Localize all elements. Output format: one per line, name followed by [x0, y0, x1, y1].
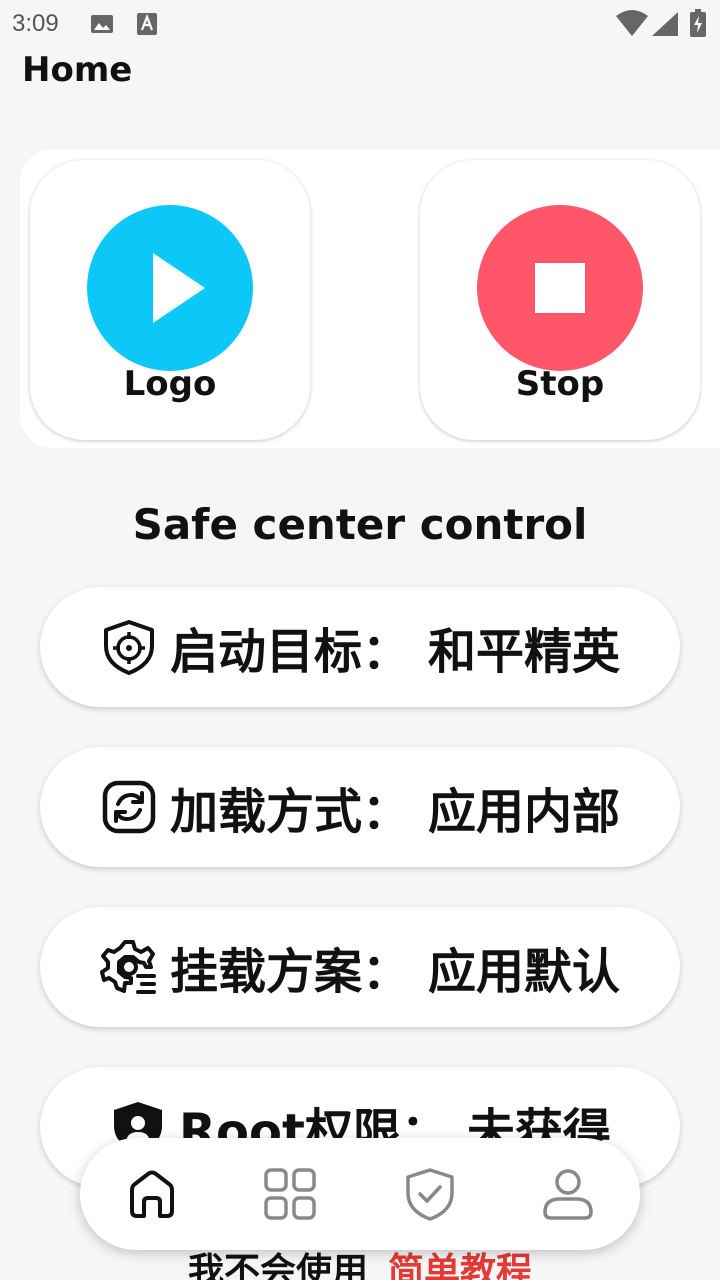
- start-tile[interactable]: Logo: [30, 160, 310, 440]
- apps-grid-icon: [264, 1168, 316, 1220]
- stop-tile-label: Stop: [515, 364, 605, 404]
- font-notification-icon: [136, 12, 158, 40]
- play-icon: [153, 253, 205, 323]
- start-tile-label: Logo: [123, 364, 217, 404]
- nav-security[interactable]: [402, 1166, 458, 1222]
- help-question: 我不会使用: [187, 1251, 368, 1280]
- option-key: 加载方式：: [169, 784, 410, 840]
- nav-home[interactable]: [124, 1166, 180, 1222]
- target-shield-icon: [103, 620, 154, 675]
- option-value: 应用默认: [428, 944, 621, 1000]
- shield-check-icon: [406, 1168, 454, 1221]
- app-screen: 3:09 Home Logo Stop Safe center control …: [0, 0, 720, 1280]
- section-title: Safe center control: [132, 500, 588, 549]
- image-notification-icon: [90, 12, 114, 40]
- option-key: 启动目标：: [169, 624, 410, 680]
- sync-icon: [102, 780, 156, 834]
- stop-circle: [477, 205, 643, 371]
- load-method-option[interactable]: 加载方式： 应用内部: [40, 747, 680, 867]
- status-time: 3:09: [12, 10, 59, 37]
- bottom-nav: [80, 1138, 640, 1250]
- cellular-signal-icon: [652, 12, 678, 40]
- nav-apps[interactable]: [262, 1166, 318, 1222]
- profile-icon: [543, 1169, 593, 1220]
- launch-target-option[interactable]: 启动目标： 和平精英: [40, 587, 680, 707]
- stop-tile[interactable]: Stop: [420, 160, 700, 440]
- wifi-icon: [616, 10, 648, 40]
- option-value: 应用内部: [428, 784, 621, 840]
- tutorial-link[interactable]: 简单教程: [388, 1251, 532, 1280]
- mount-scheme-option[interactable]: 挂载方案： 应用默认: [40, 907, 680, 1027]
- status-bar: 3:09: [0, 0, 720, 48]
- page-title: Home: [22, 50, 133, 90]
- home-icon: [130, 1170, 174, 1218]
- start-circle: [87, 205, 253, 371]
- nav-profile[interactable]: [540, 1166, 596, 1222]
- battery-charging-icon: [690, 9, 706, 41]
- option-key: 挂载方案：: [169, 944, 410, 1000]
- stop-icon: [535, 263, 585, 313]
- gear-icon: [99, 940, 156, 994]
- option-value: 和平精英: [428, 624, 621, 680]
